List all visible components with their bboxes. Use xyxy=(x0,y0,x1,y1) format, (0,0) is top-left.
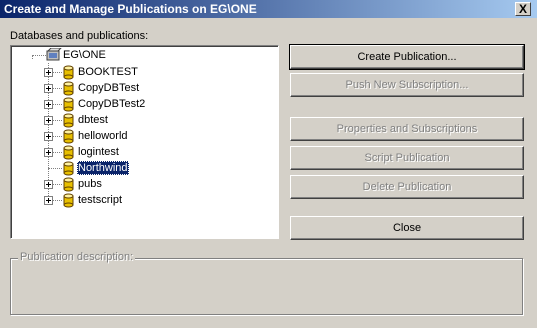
database-icon xyxy=(63,65,74,80)
database-icon xyxy=(63,145,74,160)
database-icon xyxy=(63,129,74,144)
expand-icon[interactable] xyxy=(44,68,53,77)
close-button[interactable]: Close xyxy=(290,216,524,240)
title-bar[interactable]: Create and Manage Publications on EG\ONE… xyxy=(0,0,537,18)
server-icon xyxy=(46,48,62,61)
tree-item-label[interactable]: CopyDBTest2 xyxy=(77,97,146,111)
tree-item-label[interactable]: CopyDBTest xyxy=(77,81,140,95)
publication-description-group xyxy=(10,258,523,315)
expand-icon[interactable] xyxy=(44,180,53,189)
databases-label: Databases and publications: xyxy=(10,30,149,42)
tree-item-label[interactable]: BOOKTEST xyxy=(77,65,139,79)
tree-item-label[interactable]: logintest xyxy=(77,145,120,159)
tree-item-label[interactable]: Northwind xyxy=(77,161,129,175)
databases-tree[interactable]: EG\ONE BOOKTEST CopyDBTest CopyDBTest2 dbte… xyxy=(10,45,279,239)
tree-item-label[interactable]: dbtest xyxy=(77,113,109,127)
window-title: Create and Manage Publications on EG\ONE xyxy=(4,2,257,16)
expand-icon[interactable] xyxy=(44,196,53,205)
close-icon: X xyxy=(519,2,528,16)
database-icon xyxy=(63,161,74,176)
close-window-button[interactable]: X xyxy=(515,2,531,16)
expand-icon[interactable] xyxy=(44,116,53,125)
delete-publication-button[interactable]: Delete Publication xyxy=(290,175,524,199)
tree-item-label[interactable]: testscript xyxy=(77,193,123,207)
expand-icon[interactable] xyxy=(44,148,53,157)
push-new-subscription-button[interactable]: Push New Subscription... xyxy=(290,73,524,97)
expand-icon[interactable] xyxy=(44,132,53,141)
database-icon xyxy=(63,97,74,112)
script-publication-button[interactable]: Script Publication xyxy=(290,146,524,170)
database-icon xyxy=(63,81,74,96)
tree-root-server[interactable]: EG\ONE xyxy=(62,48,107,62)
properties-subscriptions-button[interactable]: Properties and Subscriptions xyxy=(290,117,524,141)
expand-icon[interactable] xyxy=(44,100,53,109)
publication-description-label: Publication description: xyxy=(18,251,136,263)
create-publication-button[interactable]: Create Publication... xyxy=(289,44,525,70)
database-icon xyxy=(63,177,74,192)
database-icon xyxy=(63,113,74,128)
publications-dialog: Create and Manage Publications on EG\ONE… xyxy=(0,0,537,328)
database-icon xyxy=(63,193,74,208)
tree-item-label[interactable]: pubs xyxy=(77,177,103,191)
expand-icon[interactable] xyxy=(44,84,53,93)
tree-item-label[interactable]: helloworld xyxy=(77,129,129,143)
